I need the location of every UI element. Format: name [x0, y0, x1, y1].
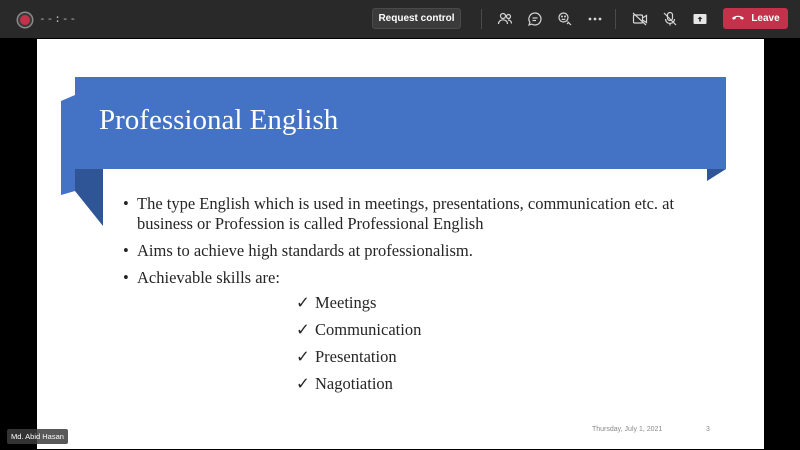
- request-control-button[interactable]: Request control: [372, 8, 461, 29]
- slide-bullet-list: • The type English which is used in meet…: [123, 194, 713, 295]
- list-item: ✓ Communication: [296, 320, 421, 347]
- toolbar-divider: [615, 9, 616, 29]
- checkmark-icon: ✓: [296, 374, 310, 393]
- meeting-toolbar: --:-- Request control Leave: [0, 0, 800, 38]
- presenter-name-tag: Md. Abid Hasan: [7, 429, 68, 444]
- skill-text: Nagotiation: [315, 374, 393, 393]
- bullet-marker: •: [123, 241, 129, 260]
- skill-text: Communication: [315, 320, 422, 339]
- bullet-text: The type English which is used in meetin…: [137, 194, 675, 233]
- bullet-text: Achievable skills are:: [137, 268, 280, 287]
- recording-indicator-icon: [18, 13, 32, 27]
- slide-ribbon-tail: [707, 169, 726, 181]
- share-icon[interactable]: [691, 10, 709, 28]
- slide-page-number: 3: [706, 426, 710, 433]
- participants-icon[interactable]: [496, 10, 514, 28]
- skills-checklist: ✓ Meetings ✓ Communication ✓ Presentation ✓…: [296, 293, 421, 401]
- checkmark-icon: ✓: [296, 320, 310, 339]
- list-item: ✓ Nagotiation: [296, 374, 421, 401]
- slide-title: Professional English: [99, 104, 339, 136]
- slide-footer-date: Thursday, July 1, 2021: [592, 426, 663, 433]
- bullet-text: Aims to achieve high standards at profes…: [137, 241, 473, 260]
- presentation-slide: Professional English • The type English …: [37, 39, 764, 449]
- reactions-icon[interactable]: [556, 10, 574, 28]
- bullet-marker: •: [123, 268, 129, 287]
- toolbar-divider: [481, 9, 482, 29]
- list-item: ✓ Presentation: [296, 347, 421, 374]
- meeting-timer: --:--: [39, 12, 78, 25]
- list-item: • The type English which is used in meet…: [123, 194, 713, 234]
- list-item: • Achievable skills are:: [123, 268, 713, 288]
- checkmark-icon: ✓: [296, 347, 310, 366]
- chat-icon[interactable]: [526, 10, 544, 28]
- more-icon[interactable]: [586, 10, 604, 28]
- checkmark-icon: ✓: [296, 293, 310, 312]
- list-item: • Aims to achieve high standards at prof…: [123, 241, 713, 261]
- shared-content-stage: Professional English • The type English …: [0, 38, 800, 450]
- list-item: ✓ Meetings: [296, 293, 421, 320]
- leave-label: Leave: [751, 13, 780, 24]
- leave-button[interactable]: Leave: [723, 8, 788, 29]
- skill-text: Meetings: [315, 293, 377, 312]
- phone-icon: [731, 12, 745, 25]
- camera-off-icon[interactable]: [631, 10, 649, 28]
- bullet-marker: •: [123, 194, 129, 213]
- skill-text: Presentation: [315, 347, 397, 366]
- mic-off-icon[interactable]: [661, 10, 679, 28]
